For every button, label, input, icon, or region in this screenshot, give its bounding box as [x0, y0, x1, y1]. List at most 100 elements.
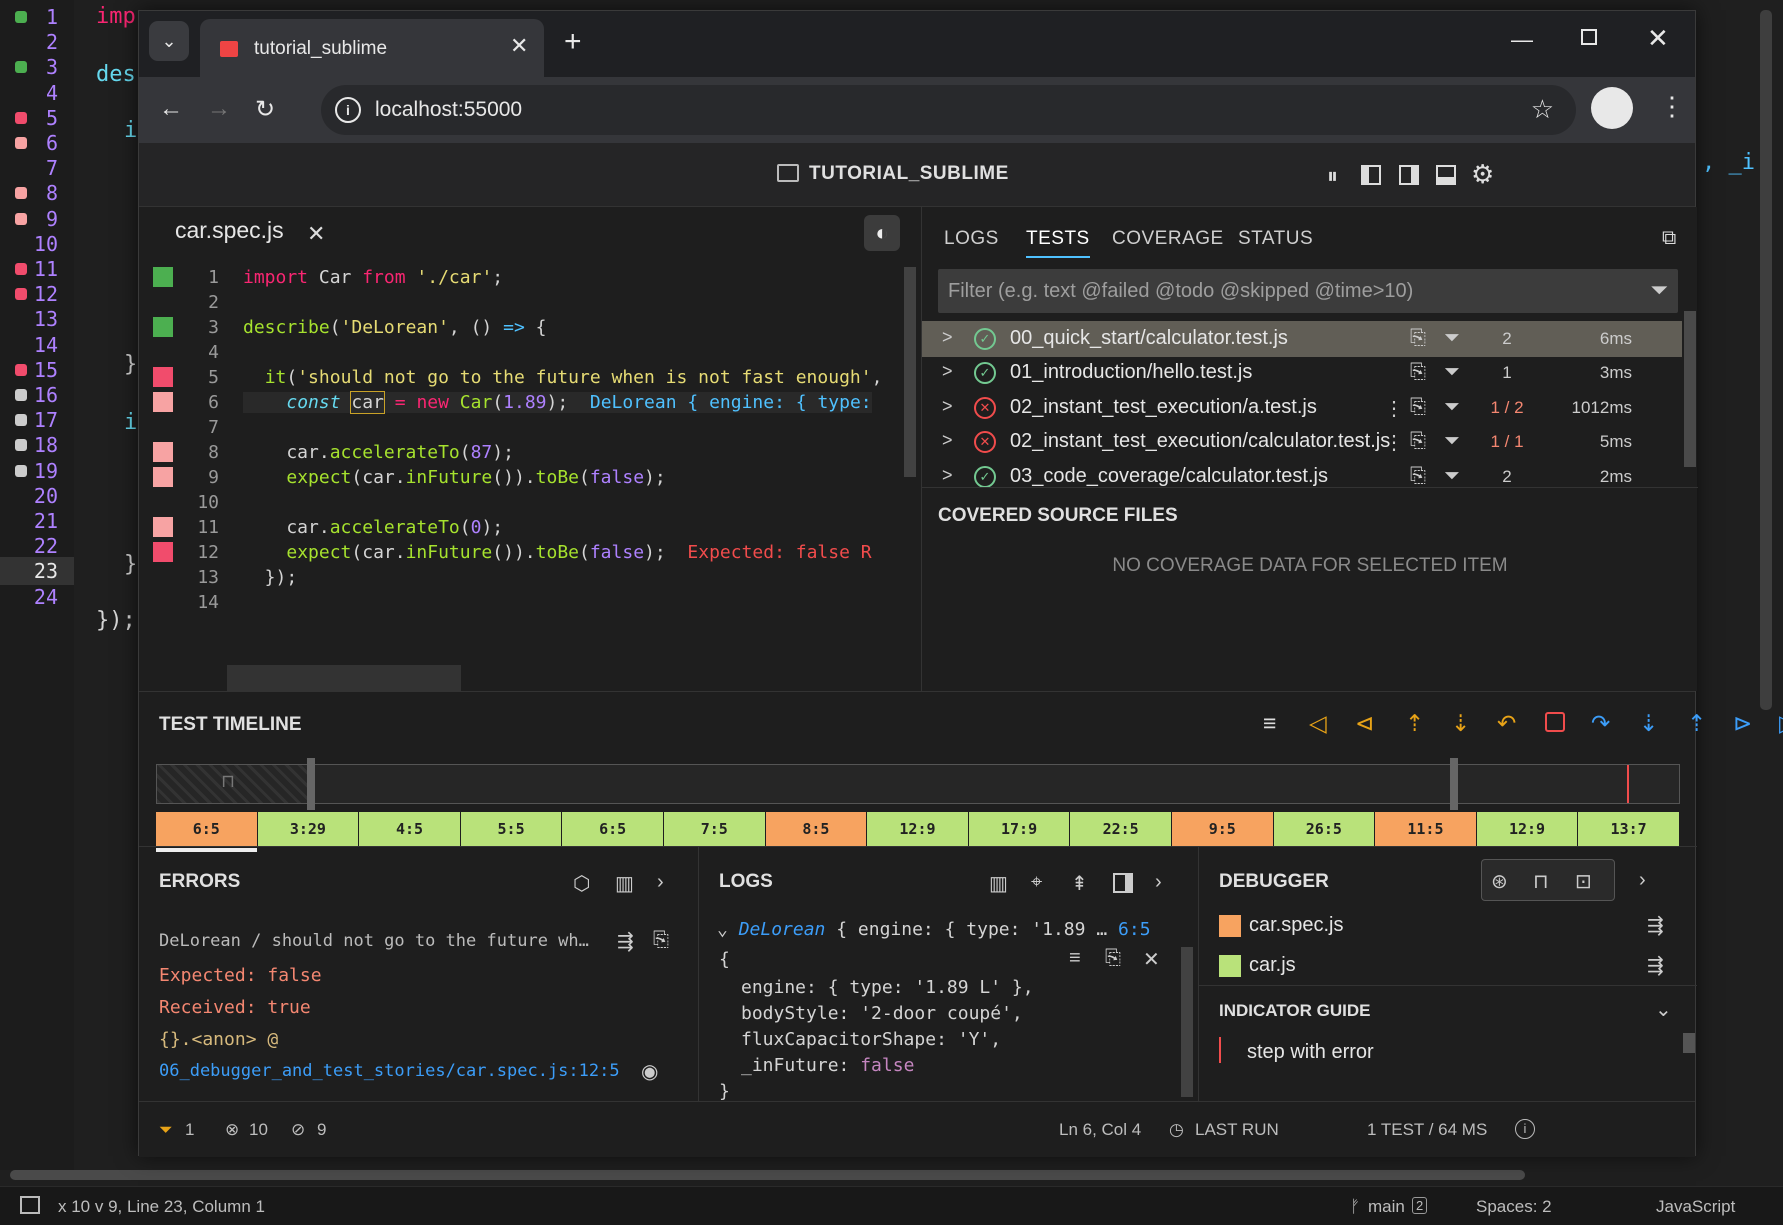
tab-search-button[interactable]: ⌄ — [149, 21, 189, 61]
gutter-line[interactable]: 13 — [0, 305, 74, 333]
step-back-into-icon[interactable]: ⇣ — [1451, 710, 1470, 737]
timeline-step[interactable]: 3:29 — [257, 812, 359, 846]
code-text[interactable]: import Car from './car'; — [243, 267, 503, 288]
timeline-step[interactable]: 17:9 — [968, 812, 1070, 846]
filter-icon[interactable]: ⏷ — [1444, 465, 1460, 487]
theme-toggle-button[interactable]: ◐ — [864, 215, 900, 251]
git-branch[interactable]: main — [1368, 1197, 1405, 1217]
gutter-line[interactable]: 4 — [0, 79, 74, 107]
timeline-step[interactable]: 26:5 — [1273, 812, 1375, 846]
filter-icon[interactable]: ⏷ — [159, 1120, 173, 1140]
code-line[interactable]: 7 — [139, 413, 919, 441]
gutter-line[interactable]: 7 — [0, 154, 74, 182]
coverage-marker[interactable] — [153, 367, 173, 387]
cursor-position[interactable]: x 10 v 9, Line 23, Column 1 — [58, 1197, 265, 1217]
sidebar-toggle-icon[interactable] — [20, 1196, 40, 1214]
format-icon[interactable]: ≡ — [1069, 947, 1081, 970]
stop-icon[interactable] — [1545, 712, 1565, 732]
copy-icon[interactable]: ⎘ — [1410, 361, 1426, 384]
url-text[interactable]: localhost:55000 — [375, 98, 522, 122]
code-line[interactable]: 5 it('should not go to the future when i… — [139, 363, 919, 391]
code-line[interactable]: 8 car.accelerateTo(87); — [139, 438, 919, 466]
filter-icon[interactable]: ⏷ — [1444, 361, 1460, 384]
test-file-name[interactable]: 02_instant_test_execution/a.test.js — [1010, 396, 1317, 419]
maximize-icon[interactable] — [1581, 29, 1597, 45]
timeline-step[interactable]: 5:5 — [460, 812, 562, 846]
filter-icon[interactable]: ⏷ — [1444, 430, 1460, 453]
map-icon[interactable]: ▥ — [989, 871, 1008, 896]
code-line[interactable]: 12 expect(car.inFuture()).toBe(false); E… — [139, 538, 919, 566]
more-icon[interactable]: ⋮ — [1384, 430, 1404, 455]
close-icon[interactable]: ✕ — [1143, 947, 1160, 972]
address-bar[interactable]: i localhost:55000 ☆ — [321, 85, 1576, 135]
gutter-line[interactable]: 10 — [0, 230, 74, 258]
chevron-right-icon[interactable]: > — [942, 465, 953, 486]
broadcast-icon[interactable]: ⊛ — [1491, 869, 1508, 894]
debugger-file-name[interactable]: car.js — [1249, 954, 1296, 977]
editor-horizontal-scroll[interactable] — [227, 665, 461, 691]
code-line[interactable]: 6 const car = new Car(1.89); DeLorean { … — [139, 388, 919, 416]
timeline-step[interactable]: 8:5 — [765, 812, 867, 846]
list-icon[interactable]: ≡ — [1263, 710, 1276, 737]
window-close-icon[interactable]: ✕ — [1647, 23, 1669, 54]
info-icon[interactable]: i — [1515, 1119, 1535, 1139]
layout-bottom-icon[interactable] — [1436, 165, 1456, 185]
chevron-right-icon[interactable]: > — [942, 430, 953, 451]
passed-count[interactable]: 9 — [317, 1120, 326, 1140]
timeline-step[interactable]: 9:5 — [1171, 812, 1273, 846]
coverage-marker[interactable] — [153, 542, 173, 562]
code-line[interactable]: 11 car.accelerateTo(0); — [139, 513, 919, 541]
gutter-line[interactable]: 12 — [0, 280, 74, 308]
copy-icon[interactable]: ⎘ — [1105, 947, 1121, 970]
error-test-name[interactable]: DeLorean / should not go to the future w… — [159, 931, 589, 951]
chevron-right-icon[interactable]: > — [942, 327, 953, 348]
gutter-line[interactable]: 6 — [0, 129, 74, 157]
gutter-line[interactable]: 19 — [0, 457, 74, 485]
step-out-icon[interactable]: ⇡ — [1687, 710, 1706, 737]
horizontal-scrollbar[interactable] — [10, 1170, 1525, 1180]
editor-scrollbar[interactable] — [904, 267, 916, 477]
timeline-step[interactable]: 12:9 — [1476, 812, 1578, 846]
copy-icon[interactable]: ⎘ — [1410, 465, 1426, 487]
gutter-line[interactable]: 23 — [0, 557, 74, 586]
run-to-end-icon[interactable]: ▷ — [1779, 710, 1783, 737]
coverage-marker[interactable] — [153, 517, 173, 537]
code-text[interactable]: }); — [243, 567, 298, 588]
editor-tab-label[interactable]: car.spec.js — [175, 217, 284, 244]
close-icon[interactable]: ✕ — [510, 33, 528, 59]
logs-scrollbar[interactable] — [1181, 947, 1193, 1097]
site-info-icon[interactable]: i — [335, 97, 361, 123]
undo-icon[interactable]: ↶ — [1497, 710, 1516, 737]
star-icon[interactable]: ☆ — [1531, 94, 1554, 125]
debugger-scrollbar[interactable] — [1683, 1033, 1695, 1053]
step-back-out-icon[interactable]: ◁ — [1309, 710, 1327, 737]
gutter-line[interactable]: 20 — [0, 482, 74, 510]
code-line[interactable]: 10 — [139, 488, 919, 516]
gutter-line[interactable]: 21 — [0, 507, 74, 535]
timeline-step[interactable]: 6:5 — [156, 812, 257, 846]
timeline-step[interactable]: 13:7 — [1578, 812, 1679, 846]
gutter-line[interactable]: 9 — [0, 205, 74, 233]
indicator-guide-title[interactable]: INDICATOR GUIDE — [1219, 1001, 1370, 1021]
indent-icon[interactable]: ⇶ — [1647, 913, 1664, 938]
browser-tab[interactable]: tutorial_sublime ✕ — [200, 19, 544, 77]
log-entry-summary[interactable]: ⌄ DeLorean { engine: { type: '1.89 … 6:5 — [717, 919, 1151, 940]
test-file-name[interactable]: 02_instant_test_execution/calculator.tes… — [1010, 430, 1390, 453]
timeline-handle-start[interactable] — [307, 758, 315, 810]
gutter-line[interactable]: 16 — [0, 381, 74, 409]
more-menu-icon[interactable]: ⋮ — [1659, 91, 1685, 122]
profile-avatar[interactable] — [1591, 87, 1633, 129]
timeline-step[interactable]: 4:5 — [359, 812, 460, 846]
indent-icon[interactable]: ⇶ — [617, 929, 634, 954]
continue-icon[interactable]: ⊳ — [1733, 710, 1752, 737]
copy-icon[interactable]: ⎘ — [653, 929, 669, 952]
debugger-file-name[interactable]: car.spec.js — [1249, 914, 1343, 937]
map-icon[interactable]: ▥ — [615, 871, 634, 896]
new-tab-button[interactable]: + — [564, 25, 582, 59]
code-line[interactable]: 4 — [139, 338, 919, 366]
tests-scrollbar[interactable] — [1684, 311, 1696, 467]
syntax-selector[interactable]: JavaScript — [1656, 1197, 1735, 1217]
layout-icon[interactable] — [1113, 873, 1133, 893]
code-line[interactable]: 2 — [139, 288, 919, 316]
gutter-line[interactable]: 17 — [0, 406, 74, 434]
